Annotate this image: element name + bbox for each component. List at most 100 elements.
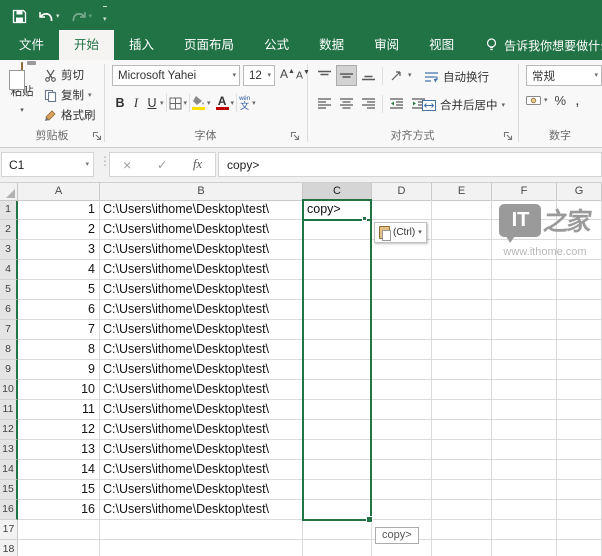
cell-C2[interactable] xyxy=(303,220,372,240)
cell-B1[interactable]: C:\Users\ithome\Desktop\test\ xyxy=(100,200,303,220)
number-format-dropdown-icon[interactable]: ▾ xyxy=(594,72,598,79)
clipboard-dialog-launcher-icon[interactable] xyxy=(92,131,102,141)
cell-A15[interactable]: 15 xyxy=(18,480,100,500)
cell-C7[interactable] xyxy=(303,320,372,340)
phonetic-guide-icon[interactable]: wén 文 xyxy=(239,96,250,111)
underline-dropdown-icon[interactable]: ▾ xyxy=(160,100,164,107)
cell-D1[interactable] xyxy=(372,200,432,220)
tab-文件[interactable]: 文件 xyxy=(4,30,59,60)
cell-A4[interactable]: 4 xyxy=(18,260,100,280)
formula-input[interactable]: copy> xyxy=(218,152,602,177)
cell-E14[interactable] xyxy=(432,460,492,480)
cell-A13[interactable]: 13 xyxy=(18,440,100,460)
cell-C10[interactable] xyxy=(303,380,372,400)
cell-A18[interactable] xyxy=(18,540,100,556)
cell-G7[interactable] xyxy=(557,320,602,340)
cell-B7[interactable]: C:\Users\ithome\Desktop\test\ xyxy=(100,320,303,340)
cell-G14[interactable] xyxy=(557,460,602,480)
cell-D16[interactable] xyxy=(372,500,432,520)
row-header-2[interactable]: 2 xyxy=(0,220,18,240)
cell-B8[interactable]: C:\Users\ithome\Desktop\test\ xyxy=(100,340,303,360)
orientation-icon[interactable] xyxy=(386,65,407,86)
row-header-13[interactable]: 13 xyxy=(0,440,18,460)
cell-D8[interactable] xyxy=(372,340,432,360)
row-header-4[interactable]: 4 xyxy=(0,260,18,280)
cell-A14[interactable]: 14 xyxy=(18,460,100,480)
cell-F2[interactable] xyxy=(492,220,557,240)
undo-dropdown-icon[interactable]: ▾ xyxy=(56,13,60,20)
cell-A9[interactable]: 9 xyxy=(18,360,100,380)
decrease-indent-icon[interactable] xyxy=(386,93,407,114)
cell-G11[interactable] xyxy=(557,400,602,420)
row-header-6[interactable]: 6 xyxy=(0,300,18,320)
fill-handle[interactable] xyxy=(366,516,373,523)
underline-button[interactable]: U xyxy=(144,96,160,110)
wrap-text-button[interactable]: 自动换行 xyxy=(425,67,489,87)
italic-button[interactable]: I xyxy=(128,96,144,111)
cell-A2[interactable]: 2 xyxy=(18,220,100,240)
cell-C8[interactable] xyxy=(303,340,372,360)
paste-options-dropdown-icon[interactable]: ▾ xyxy=(418,229,422,236)
cell-C12[interactable] xyxy=(303,420,372,440)
cell-E5[interactable] xyxy=(432,280,492,300)
cell-G16[interactable] xyxy=(557,500,602,520)
cell-F11[interactable] xyxy=(492,400,557,420)
cell-G17[interactable] xyxy=(557,520,602,540)
cell-B14[interactable]: C:\Users\ithome\Desktop\test\ xyxy=(100,460,303,480)
cell-B15[interactable]: C:\Users\ithome\Desktop\test\ xyxy=(100,480,303,500)
cell-D7[interactable] xyxy=(372,320,432,340)
cell-C5[interactable] xyxy=(303,280,372,300)
format-painter-button[interactable]: 格式刷 xyxy=(44,105,96,125)
cell-G3[interactable] xyxy=(557,240,602,260)
row-header-12[interactable]: 12 xyxy=(0,420,18,440)
paste-dropdown-icon[interactable]: ▾ xyxy=(20,107,24,114)
fill-color-icon[interactable] xyxy=(192,96,205,110)
cell-F6[interactable] xyxy=(492,300,557,320)
cell-F7[interactable] xyxy=(492,320,557,340)
cell-B10[interactable]: C:\Users\ithome\Desktop\test\ xyxy=(100,380,303,400)
accounting-dropdown-icon[interactable]: ▾ xyxy=(544,97,548,104)
cell-A10[interactable]: 10 xyxy=(18,380,100,400)
cell-F13[interactable] xyxy=(492,440,557,460)
comma-style-button[interactable]: , xyxy=(575,97,579,105)
cell-G8[interactable] xyxy=(557,340,602,360)
name-box[interactable]: C1 ▾ xyxy=(1,152,94,177)
phonetic-dropdown-icon[interactable]: ▾ xyxy=(252,100,256,107)
row-header-17[interactable]: 17 xyxy=(0,520,18,540)
cell-E10[interactable] xyxy=(432,380,492,400)
row-header-5[interactable]: 5 xyxy=(0,280,18,300)
cell-D6[interactable] xyxy=(372,300,432,320)
name-box-dropdown-icon[interactable]: ▾ xyxy=(85,161,89,168)
cell-G9[interactable] xyxy=(557,360,602,380)
cell-A11[interactable]: 11 xyxy=(18,400,100,420)
row-header-1[interactable]: 1 xyxy=(0,200,18,220)
cell-D10[interactable] xyxy=(372,380,432,400)
increase-font-icon[interactable]: A▲ xyxy=(280,67,295,81)
cell-F10[interactable] xyxy=(492,380,557,400)
row-header-9[interactable]: 9 xyxy=(0,360,18,380)
cell-E11[interactable] xyxy=(432,400,492,420)
borders-dropdown-icon[interactable]: ▾ xyxy=(184,100,188,107)
column-header-B[interactable]: B xyxy=(100,183,303,201)
cell-C6[interactable] xyxy=(303,300,372,320)
cell-G4[interactable] xyxy=(557,260,602,280)
cell-C16[interactable] xyxy=(303,500,372,520)
cell-D15[interactable] xyxy=(372,480,432,500)
column-header-F[interactable]: F xyxy=(492,183,557,201)
cell-F4[interactable] xyxy=(492,260,557,280)
cell-D11[interactable] xyxy=(372,400,432,420)
cell-E18[interactable] xyxy=(432,540,492,556)
cell-E2[interactable] xyxy=(432,220,492,240)
font-name-dropdown-icon[interactable]: ▾ xyxy=(232,72,236,79)
tell-me-box[interactable]: 告诉我你想要做什么 xyxy=(485,30,602,60)
row-header-11[interactable]: 11 xyxy=(0,400,18,420)
cell-B2[interactable]: C:\Users\ithome\Desktop\test\ xyxy=(100,220,303,240)
cell-B13[interactable]: C:\Users\ithome\Desktop\test\ xyxy=(100,440,303,460)
cell-G13[interactable] xyxy=(557,440,602,460)
cell-B16[interactable]: C:\Users\ithome\Desktop\test\ xyxy=(100,500,303,520)
tab-视图[interactable]: 视图 xyxy=(414,30,469,60)
row-header-8[interactable]: 8 xyxy=(0,340,18,360)
merge-center-button[interactable]: 合并后居中 ▾ xyxy=(422,95,505,115)
fill-color-dropdown-icon[interactable]: ▾ xyxy=(207,100,211,107)
undo-button[interactable]: ▾ xyxy=(38,10,60,23)
